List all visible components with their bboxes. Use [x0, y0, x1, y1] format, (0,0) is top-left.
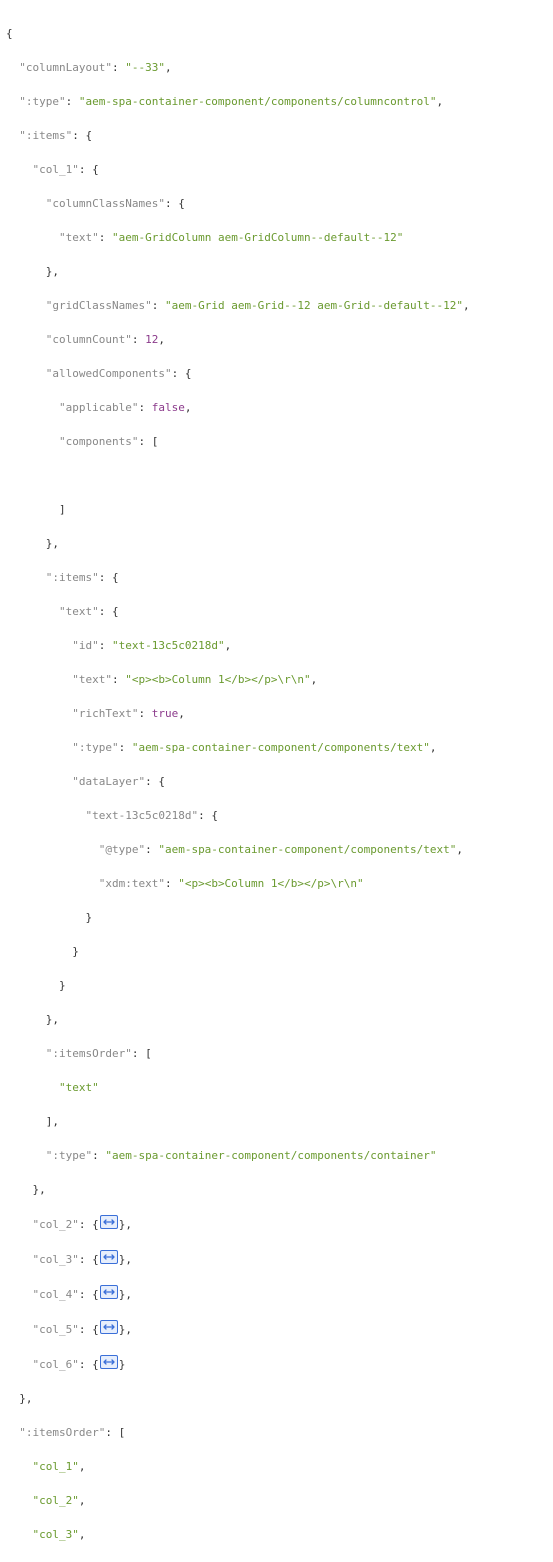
- json-key: ":itemsOrder": [19, 1426, 105, 1439]
- code-line: },: [6, 1181, 547, 1198]
- json-key: ":type": [46, 1149, 92, 1162]
- code-line: "text": {: [6, 603, 547, 620]
- code-line: "dataLayer": {: [6, 773, 547, 790]
- code-line: "text": "<p><b>Column 1</b></p>\r\n",: [6, 671, 547, 688]
- json-boolean: false: [152, 401, 185, 414]
- json-key: "col_2": [33, 1218, 79, 1231]
- json-key: ":type": [72, 741, 118, 754]
- expand-collapse-icon[interactable]: [100, 1320, 118, 1334]
- json-key: "@type": [99, 843, 145, 856]
- code-line: "col_4",: [6, 1560, 547, 1562]
- json-key: "col_1": [33, 163, 79, 176]
- code-line: "text-13c5c0218d": {: [6, 807, 547, 824]
- code-line: "col_6": {}: [6, 1355, 547, 1373]
- code-line: },: [6, 263, 547, 280]
- json-string: "col_1": [33, 1460, 79, 1473]
- json-string: "col_3": [33, 1528, 79, 1541]
- json-key: "text": [72, 673, 112, 686]
- json-key: "dataLayer": [72, 775, 145, 788]
- code-line: }: [6, 909, 547, 926]
- json-string: "aem-spa-container-component/components/…: [105, 1149, 436, 1162]
- json-key: "columnLayout": [19, 61, 112, 74]
- code-line: ":items": {: [6, 569, 547, 586]
- code-line: },: [6, 1011, 547, 1028]
- code-line: "xdm:text": "<p><b>Column 1</b></p>\r\n": [6, 875, 547, 892]
- json-key: "text-13c5c0218d": [85, 809, 198, 822]
- code-line: }: [6, 943, 547, 960]
- code-line: "col_4": {},: [6, 1285, 547, 1303]
- expand-collapse-icon[interactable]: [100, 1215, 118, 1229]
- json-string: "aem-spa-container-component/components/…: [158, 843, 456, 856]
- json-string: "aem-Grid aem-Grid--12 aem-Grid--default…: [165, 299, 463, 312]
- code-line: ":type": "aem-spa-container-component/co…: [6, 739, 547, 756]
- json-string: "<p><b>Column 1</b></p>\r\n": [178, 877, 363, 890]
- json-code-viewer: { "columnLayout": "--33", ":type": "aem-…: [0, 0, 553, 1562]
- expand-collapse-icon[interactable]: [100, 1355, 118, 1369]
- json-string: "aem-spa-container-component/components/…: [79, 95, 437, 108]
- code-line: ],: [6, 1113, 547, 1130]
- json-key: "xdm:text": [99, 877, 165, 890]
- expand-collapse-icon[interactable]: [100, 1250, 118, 1264]
- json-string: "col_2": [33, 1494, 79, 1507]
- code-line: "columnLayout": "--33",: [6, 59, 547, 76]
- code-line: }: [6, 977, 547, 994]
- code-line: ":itemsOrder": [: [6, 1424, 547, 1441]
- json-key: "applicable": [59, 401, 138, 414]
- code-line: "text": "aem-GridColumn aem-GridColumn--…: [6, 229, 547, 246]
- code-line: "col_3": {},: [6, 1250, 547, 1268]
- json-key: "col_5": [33, 1323, 79, 1336]
- code-line: ]: [6, 501, 547, 518]
- json-string: "--33": [125, 61, 165, 74]
- json-key: "col_4": [33, 1288, 79, 1301]
- json-key: "id": [72, 639, 99, 652]
- code-line: },: [6, 535, 547, 552]
- json-key: ":items": [46, 571, 99, 584]
- code-line: },: [6, 1390, 547, 1407]
- code-line: "col_1",: [6, 1458, 547, 1475]
- code-line: "id": "text-13c5c0218d",: [6, 637, 547, 654]
- code-line: "components": [: [6, 433, 547, 450]
- json-key: "columnClassNames": [46, 197, 165, 210]
- code-line: "col_3",: [6, 1526, 547, 1543]
- code-line: "gridClassNames": "aem-Grid aem-Grid--12…: [6, 297, 547, 314]
- code-line: "col_5": {},: [6, 1320, 547, 1338]
- json-number: 12: [145, 333, 158, 346]
- code-line: {: [6, 25, 547, 42]
- json-key: "richText": [72, 707, 138, 720]
- json-key: ":itemsOrder": [46, 1047, 132, 1060]
- json-boolean: true: [152, 707, 179, 720]
- code-line: ":items": {: [6, 127, 547, 144]
- code-line: "@type": "aem-spa-container-component/co…: [6, 841, 547, 858]
- code-line: ":type": "aem-spa-container-component/co…: [6, 1147, 547, 1164]
- code-line: "applicable": false,: [6, 399, 547, 416]
- code-line: "col_1": {: [6, 161, 547, 178]
- code-line: "columnCount": 12,: [6, 331, 547, 348]
- json-string: "text": [59, 1081, 99, 1094]
- json-key: "text": [59, 605, 99, 618]
- json-string: "aem-GridColumn aem-GridColumn--default-…: [112, 231, 403, 244]
- expand-collapse-icon[interactable]: [100, 1285, 118, 1299]
- json-key: ":items": [19, 129, 72, 142]
- json-key: "columnCount": [46, 333, 132, 346]
- json-key: "text": [59, 231, 99, 244]
- code-line: "text": [6, 1079, 547, 1096]
- code-line: ":type": "aem-spa-container-component/co…: [6, 93, 547, 110]
- code-line: "allowedComponents": {: [6, 365, 547, 382]
- code-line: "col_2": {},: [6, 1215, 547, 1233]
- json-key: ":type": [19, 95, 65, 108]
- json-string: "text-13c5c0218d": [112, 639, 225, 652]
- json-key: "col_3": [33, 1253, 79, 1266]
- json-key: "col_6": [33, 1358, 79, 1371]
- json-key: "allowedComponents": [46, 367, 172, 380]
- json-string: "<p><b>Column 1</b></p>\r\n": [125, 673, 310, 686]
- code-line: "richText": true,: [6, 705, 547, 722]
- json-string: "aem-spa-container-component/components/…: [132, 741, 430, 754]
- json-key: "gridClassNames": [46, 299, 152, 312]
- code-line: ":itemsOrder": [: [6, 1045, 547, 1062]
- json-key: "components": [59, 435, 138, 448]
- code-line: "col_2",: [6, 1492, 547, 1509]
- code-line: [6, 467, 547, 484]
- code-line: "columnClassNames": {: [6, 195, 547, 212]
